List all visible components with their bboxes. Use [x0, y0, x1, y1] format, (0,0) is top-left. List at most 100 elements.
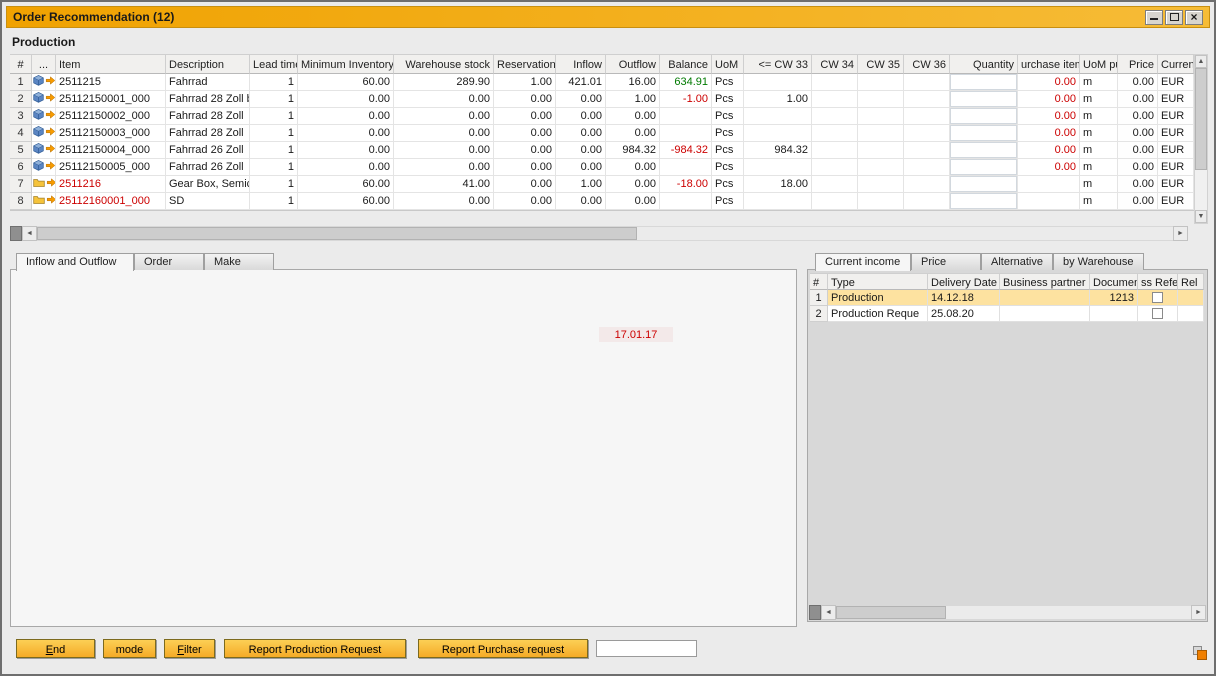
- mode-button[interactable]: mode: [103, 639, 156, 658]
- column-header-num[interactable]: #: [810, 273, 828, 290]
- scrollbar-thumb[interactable]: [37, 227, 637, 240]
- scroll-left-button[interactable]: ◄: [22, 226, 37, 241]
- scrollbar-track[interactable]: [37, 226, 1173, 241]
- cell-quantity[interactable]: [950, 176, 1018, 193]
- table-row[interactable]: 72511216Gear Box, Semicor160.0041.000.00…: [10, 176, 1194, 193]
- cell-num: 1: [10, 74, 32, 91]
- reference-checkbox[interactable]: [1152, 308, 1163, 319]
- scroll-down-button[interactable]: ▼: [1195, 210, 1207, 223]
- close-button[interactable]: ×: [1185, 10, 1203, 25]
- cell-quantity[interactable]: [950, 74, 1018, 91]
- scrollbar-gripper[interactable]: [10, 226, 22, 241]
- item-cube-icon: [33, 92, 44, 106]
- table-row[interactable]: 12511215Fahrrad160.00289.901.00421.0116.…: [10, 74, 1194, 91]
- close-icon: ×: [1190, 11, 1197, 23]
- right-panel-h-scrollbar[interactable]: ◄ ►: [809, 605, 1206, 620]
- column-header-delivery_date[interactable]: Delivery Date: [928, 273, 1000, 290]
- link-arrow-icon[interactable]: [45, 75, 56, 89]
- tab-make[interactable]: Make: [204, 253, 274, 270]
- link-arrow-icon[interactable]: [46, 194, 56, 208]
- scrollbar-gripper[interactable]: [809, 605, 821, 620]
- column-header-uom_purchase[interactable]: UoM pu: [1080, 54, 1118, 74]
- column-header-cw36[interactable]: CW 36: [904, 54, 950, 74]
- column-header-currency[interactable]: Curren: [1158, 54, 1194, 74]
- link-arrow-icon[interactable]: [45, 160, 56, 174]
- report-production-request-button[interactable]: Report Production Request: [224, 639, 406, 658]
- restore-button[interactable]: [1165, 10, 1183, 25]
- cell-quantity[interactable]: [950, 193, 1018, 210]
- cell-item: 2511215: [56, 74, 166, 91]
- column-header-outflow[interactable]: Outflow: [606, 54, 660, 74]
- scrollbar-thumb[interactable]: [836, 606, 946, 619]
- column-header-uom[interactable]: UoM: [712, 54, 744, 74]
- tab-price[interactable]: Price: [911, 253, 981, 270]
- column-header-cw34[interactable]: CW 34: [812, 54, 858, 74]
- tab-by-warehouse[interactable]: by Warehouse: [1053, 253, 1144, 270]
- scroll-left-button[interactable]: ◄: [821, 605, 836, 620]
- link-arrow-icon[interactable]: [45, 109, 56, 123]
- column-header-balance[interactable]: Balance: [660, 54, 712, 74]
- cell-quantity[interactable]: [950, 91, 1018, 108]
- column-header-price[interactable]: Price: [1118, 54, 1158, 74]
- column-header-description[interactable]: Description: [166, 54, 250, 74]
- scroll-up-button[interactable]: ▲: [1195, 55, 1207, 68]
- column-header-lead_time[interactable]: Lead time: [250, 54, 298, 74]
- column-header-rel[interactable]: Rel: [1178, 273, 1204, 290]
- column-header-inflow[interactable]: Inflow: [556, 54, 606, 74]
- column-header-document[interactable]: Document: [1090, 273, 1138, 290]
- main-table-v-scrollbar[interactable]: ▲ ▼: [1194, 54, 1208, 224]
- column-header-cw35[interactable]: CW 35: [858, 54, 904, 74]
- footer-input[interactable]: [596, 640, 697, 657]
- main-table-h-scrollbar[interactable]: ◄ ►: [10, 226, 1188, 241]
- cell-cw35: [858, 193, 904, 210]
- end-button[interactable]: End: [16, 639, 95, 658]
- column-header-quantity[interactable]: Quantity: [950, 54, 1018, 74]
- cell-min_inventory: 0.00: [298, 91, 394, 108]
- table-row[interactable]: 425112150003_000Fahrrad 28 Zoll10.000.00…: [10, 125, 1194, 142]
- table-row[interactable]: 825112160001_000SD160.000.000.000.000.00…: [10, 193, 1194, 210]
- tab-current-income[interactable]: Current income: [815, 253, 911, 271]
- column-header-reservation[interactable]: Reservation: [494, 54, 556, 74]
- report-purchase-request-button[interactable]: Report Purchase request: [418, 639, 588, 658]
- minimize-button[interactable]: [1145, 10, 1163, 25]
- filter-button[interactable]: Filter: [164, 639, 215, 658]
- title-bar[interactable]: Order Recommendation (12) ×: [6, 6, 1210, 28]
- cell-cw36: [904, 159, 950, 176]
- cell-quantity[interactable]: [950, 142, 1018, 159]
- reference-checkbox[interactable]: [1152, 292, 1163, 303]
- scrollbar-track[interactable]: [836, 605, 1191, 620]
- column-header-purchase_item[interactable]: urchase item: [1018, 54, 1080, 74]
- table-row[interactable]: 325112150002_000Fahrrad 28 Zoll10.000.00…: [10, 108, 1194, 125]
- cell-uom: Pcs: [712, 142, 744, 159]
- column-header-num[interactable]: #: [10, 54, 32, 74]
- table-row[interactable]: 2Production Reque25.08.20: [810, 306, 1204, 322]
- tab-order[interactable]: Order: [134, 253, 204, 270]
- table-row[interactable]: 1Production14.12.181213: [810, 290, 1204, 306]
- column-header-type[interactable]: Type: [828, 273, 928, 290]
- table-row[interactable]: 625112150005_000Fahrrad 26 Zoll10.000.00…: [10, 159, 1194, 176]
- cell-quantity[interactable]: [950, 108, 1018, 125]
- column-header-item[interactable]: Item: [56, 54, 166, 74]
- form-resize-icon[interactable]: [1193, 646, 1207, 660]
- link-arrow-icon[interactable]: [45, 92, 56, 106]
- table-row[interactable]: 225112150001_000Fahrrad 28 Zoll bl10.000…: [10, 91, 1194, 108]
- v-scrollbar-thumb[interactable]: [1195, 68, 1207, 170]
- column-header-cw33[interactable]: <= CW 33: [744, 54, 812, 74]
- link-arrow-icon[interactable]: [46, 177, 56, 191]
- cell-quantity[interactable]: [950, 125, 1018, 142]
- cell-icons: [32, 142, 56, 159]
- column-header-reference[interactable]: ss Refere: [1138, 273, 1178, 290]
- link-arrow-icon[interactable]: [45, 143, 56, 157]
- column-header-business_partner[interactable]: Business partner: [1000, 273, 1090, 290]
- scroll-right-button[interactable]: ►: [1191, 605, 1206, 620]
- column-header-warehouse_stock[interactable]: Warehouse stock: [394, 54, 494, 74]
- scroll-right-button[interactable]: ►: [1173, 226, 1188, 241]
- table-row[interactable]: 525112150004_000Fahrrad 26 Zoll10.000.00…: [10, 142, 1194, 159]
- column-header-min_inventory[interactable]: Minimum Inventory: [298, 54, 394, 74]
- tab-alternative[interactable]: Alternative: [981, 253, 1053, 270]
- cell-currency: EUR: [1158, 74, 1194, 91]
- link-arrow-icon[interactable]: [45, 126, 56, 140]
- cell-quantity[interactable]: [950, 159, 1018, 176]
- tab-inflow-and-outflow[interactable]: Inflow and Outflow: [16, 253, 134, 271]
- column-header-icons[interactable]: ...: [32, 54, 56, 74]
